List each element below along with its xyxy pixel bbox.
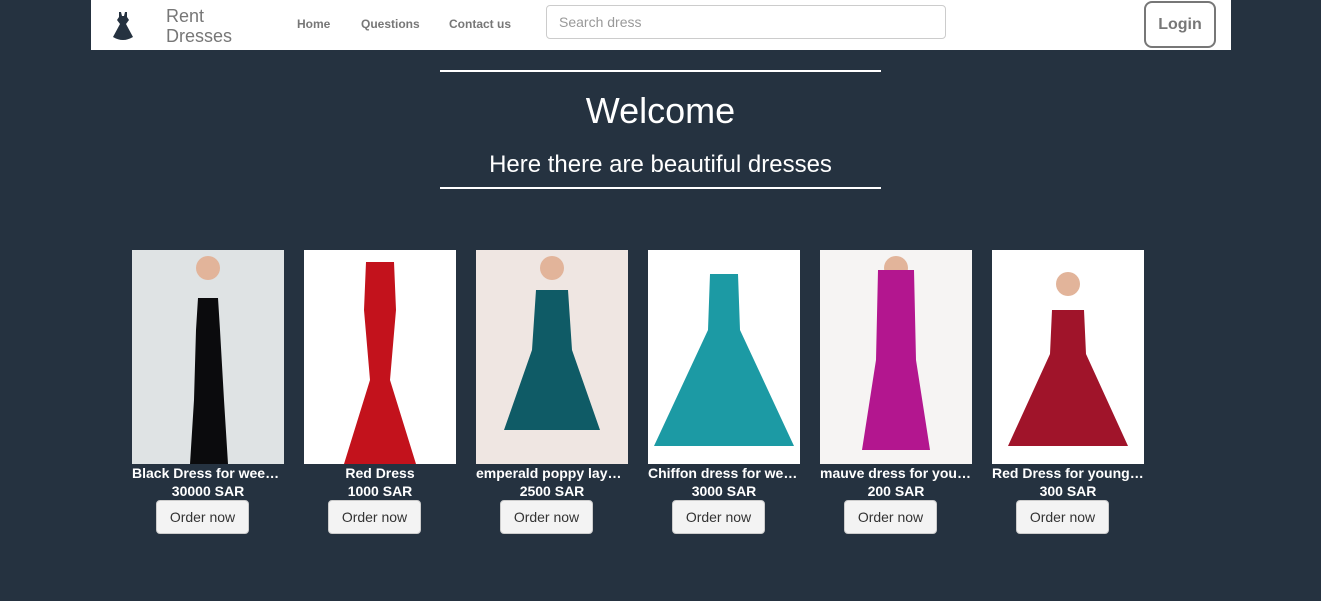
product-card: Red Dress for young girls 300 SAR Order … bbox=[992, 250, 1144, 540]
nav-questions[interactable]: Questions bbox=[361, 17, 420, 31]
bottom-divider bbox=[440, 187, 881, 189]
dress-icon[interactable] bbox=[109, 10, 137, 42]
product-name: Black Dress for weekend bbox=[132, 465, 284, 481]
product-image[interactable] bbox=[648, 250, 800, 464]
product-name: Red Dress for young girls bbox=[992, 465, 1144, 481]
product-name: Chiffon dress for wedding bbox=[648, 465, 800, 481]
login-button[interactable]: Login bbox=[1144, 1, 1216, 48]
page-title: Welcome bbox=[585, 90, 736, 131]
product-name: Red Dress bbox=[345, 465, 415, 481]
product-price: 200 SAR bbox=[867, 483, 925, 499]
product-price: 1000 SAR bbox=[347, 483, 413, 499]
product-price: 3000 SAR bbox=[691, 483, 757, 499]
product-card: Chiffon dress for wedding 3000 SAR Order… bbox=[648, 250, 800, 540]
product-card: emperald poppy layered dress 2500 SAR Or… bbox=[476, 250, 628, 540]
order-now-button[interactable]: Order now bbox=[1016, 500, 1109, 534]
search-input[interactable] bbox=[546, 5, 946, 39]
order-now-button[interactable]: Order now bbox=[156, 500, 249, 534]
product-card: mauve dress for young girls 200 SAR Orde… bbox=[820, 250, 972, 540]
top-divider bbox=[440, 70, 881, 72]
product-card: Red Dress 1000 SAR Order now bbox=[304, 250, 456, 540]
brand-name[interactable]: Rent Dresses bbox=[166, 6, 256, 46]
product-image[interactable] bbox=[992, 250, 1144, 464]
product-image[interactable] bbox=[132, 250, 284, 464]
order-now-button[interactable]: Order now bbox=[328, 500, 421, 534]
navbar: Rent Dresses Home Questions Contact us L… bbox=[91, 0, 1231, 50]
page-subtitle: Here there are beautiful dresses bbox=[489, 151, 832, 178]
product-price: 300 SAR bbox=[1039, 483, 1097, 499]
nav-home[interactable]: Home bbox=[297, 17, 330, 31]
order-now-button[interactable]: Order now bbox=[672, 500, 765, 534]
model-head bbox=[540, 256, 564, 280]
product-card: Black Dress for weekend 30000 SAR Order … bbox=[132, 250, 284, 540]
model-head bbox=[196, 256, 220, 280]
product-price: 2500 SAR bbox=[519, 483, 585, 499]
product-image[interactable] bbox=[820, 250, 972, 464]
order-now-button[interactable]: Order now bbox=[844, 500, 937, 534]
product-name: mauve dress for young girls bbox=[820, 465, 972, 481]
order-now-button[interactable]: Order now bbox=[500, 500, 593, 534]
nav-contact-us[interactable]: Contact us bbox=[449, 17, 511, 31]
product-image[interactable] bbox=[304, 250, 456, 464]
model-head bbox=[1056, 272, 1080, 296]
product-price: 30000 SAR bbox=[171, 483, 245, 499]
product-name: emperald poppy layered dress bbox=[476, 465, 628, 481]
product-image[interactable] bbox=[476, 250, 628, 464]
